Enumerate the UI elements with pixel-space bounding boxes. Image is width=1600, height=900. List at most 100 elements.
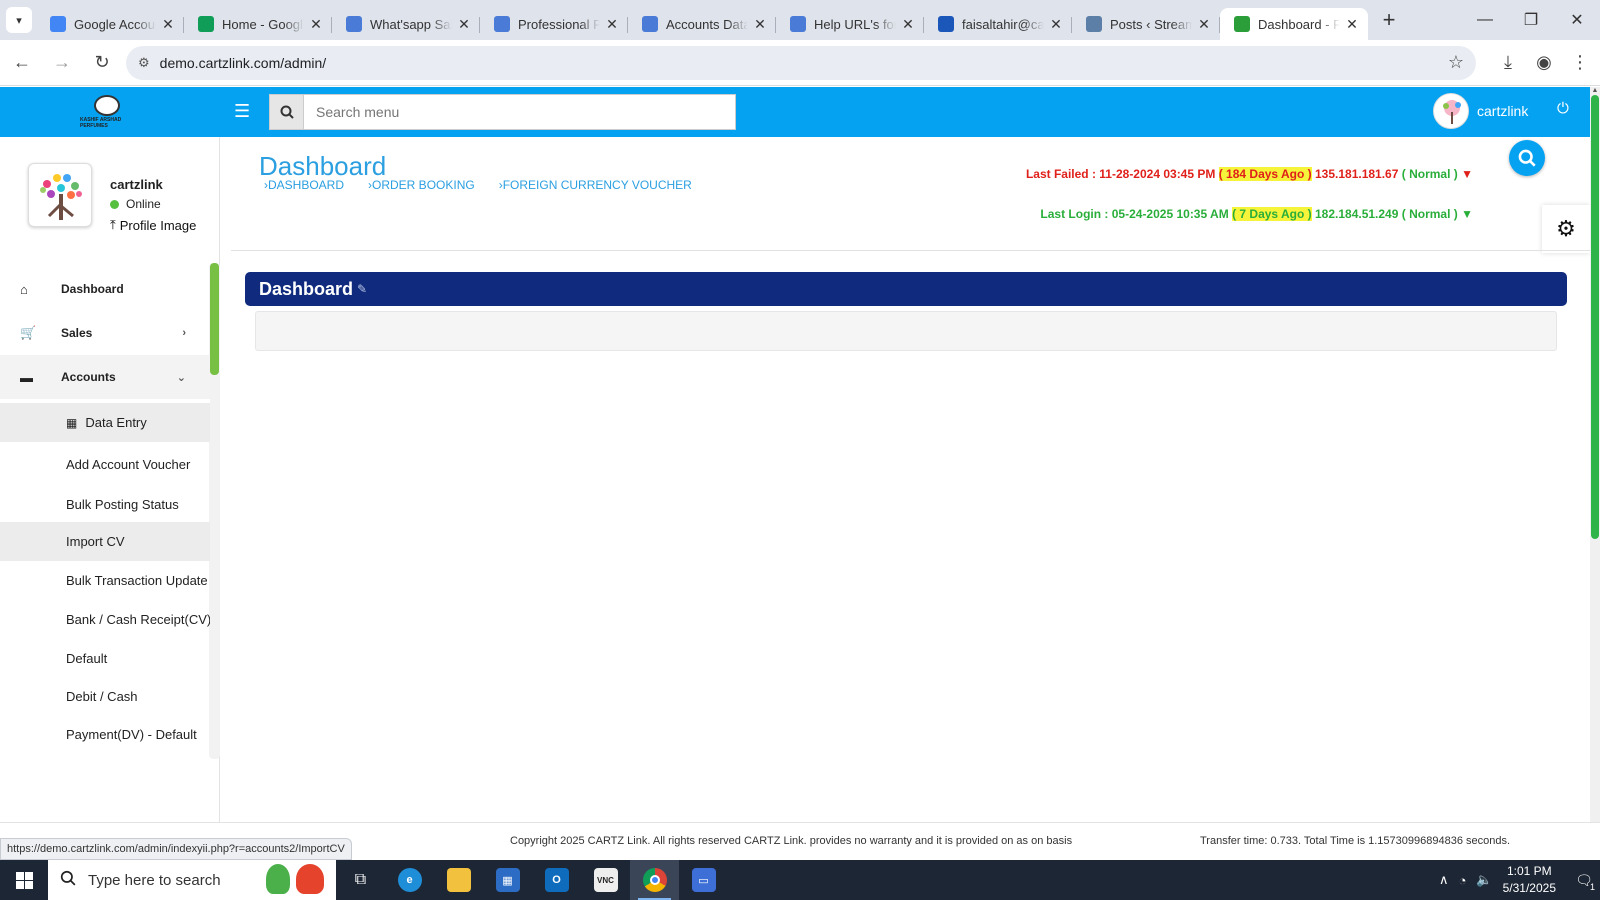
volume-icon[interactable]: 🔈 xyxy=(1476,872,1492,888)
sidebar: cartzlink Online ⤒ Profile Image ⌂ Dashb… xyxy=(0,137,220,822)
taskbar-search[interactable]: Type here to search xyxy=(48,860,336,900)
tab-title: Accounts Data xyxy=(666,16,748,32)
minimize-button[interactable]: — xyxy=(1462,0,1508,40)
browser-tab[interactable]: faisaltahir@cartzlink✕ xyxy=(924,8,1072,40)
outlook-icon[interactable]: O xyxy=(532,860,581,900)
reload-button[interactable]: ↻ xyxy=(84,45,120,81)
dashboard-panel-header: Dashboard ✎ xyxy=(245,272,1567,306)
browser-tab[interactable]: Accounts Data ✕ xyxy=(628,8,776,40)
submenu-add-account-voucher[interactable]: Add Account Voucher xyxy=(0,442,210,486)
chevron-down-icon: ⌄ xyxy=(176,371,186,384)
submenu-label: Payment(DV) - Default xyxy=(66,726,197,742)
last-failed-label: Last Failed : 11-28-2024 03:45 PM xyxy=(1025,167,1216,181)
mail-icon xyxy=(938,16,954,32)
triangle-down-icon: ▼ xyxy=(1461,207,1473,221)
start-button[interactable] xyxy=(0,860,48,900)
remote-desktop-icon[interactable]: ▭ xyxy=(679,860,728,900)
header-username: cartzlink xyxy=(1477,103,1529,119)
back-button[interactable]: ← xyxy=(4,45,40,81)
download-icon[interactable]: ⤓ xyxy=(1490,52,1526,73)
profile-icon[interactable]: ◉ xyxy=(1526,52,1562,73)
submenu-bulk-transaction-update[interactable]: Bulk Transaction Update xyxy=(0,561,210,600)
forward-button[interactable]: → xyxy=(44,45,80,81)
omnibox[interactable]: ⚙ demo.cartzlink.com/admin/ ☆ xyxy=(126,45,1476,80)
browser-menu-icon[interactable]: ⋮ xyxy=(1562,52,1598,73)
pin-icon[interactable]: ✎ xyxy=(357,282,367,296)
settings-gear-icon[interactable]: ⚙ xyxy=(1542,205,1590,253)
profile-image-label: Profile Image xyxy=(119,217,197,233)
profile-image-link[interactable]: ⤒ Profile Image xyxy=(110,217,196,233)
submenu-import-cv[interactable]: Import CV xyxy=(0,522,210,561)
browser-tab[interactable]: Professional Profile✕ xyxy=(480,8,628,40)
clock-time: 1:01 PM xyxy=(1506,864,1552,878)
search-icon[interactable] xyxy=(269,94,303,130)
page-scroll-thumb[interactable] xyxy=(1591,95,1599,539)
taskbar-apps: ⧉ e ▦ O VNC ▭ xyxy=(336,860,728,900)
close-tab-icon[interactable]: ✕ xyxy=(308,16,324,33)
floating-search-button[interactable] xyxy=(1509,140,1545,176)
scroll-up-arrow-icon[interactable]: ▲ xyxy=(1590,87,1600,94)
browser-tab[interactable]: Help URL's for ✕ xyxy=(776,8,924,40)
search-menu-input[interactable] xyxy=(303,94,736,130)
submenu-bank-cash-receipt[interactable]: Bank / Cash Receipt(CV) - xyxy=(0,600,210,639)
browser-tab[interactable]: What'sapp Sales✕ xyxy=(332,8,480,40)
chrome-icon[interactable] xyxy=(630,860,679,900)
close-tab-icon[interactable]: ✕ xyxy=(752,16,768,33)
browser-tab[interactable]: Google Account✕ xyxy=(36,8,184,40)
breadcrumb-label: ORDER BOOKING xyxy=(372,178,475,192)
notification-icon[interactable]: 🗨 1 xyxy=(1568,860,1600,900)
last-failed-ip: 135.181.181.67 xyxy=(1314,167,1399,181)
restore-button[interactable]: ❐ xyxy=(1508,0,1554,40)
sidebar-item-sales[interactable]: 🛒 Sales › xyxy=(0,311,210,355)
hamburger-menu-icon[interactable]: ☰ xyxy=(234,101,250,122)
docs-icon xyxy=(642,16,658,32)
store-icon[interactable]: ▦ xyxy=(483,860,532,900)
page-scrollbar[interactable]: ▲ xyxy=(1590,87,1600,822)
submenu-data-entry[interactable]: ▦ Data Entry xyxy=(0,403,210,442)
network-icon[interactable]: ◔ xyxy=(1459,873,1467,888)
sidebar-item-accounts[interactable]: ▬ Accounts ⌄ xyxy=(0,355,210,399)
submenu-debit-cash[interactable]: Debit / Cash xyxy=(0,677,210,716)
browser-tab[interactable]: Dashboard - Pos✕ xyxy=(1220,8,1368,40)
tab-title: What'sapp Sales xyxy=(370,16,452,32)
edge-icon[interactable]: e xyxy=(385,860,434,900)
close-tab-icon[interactable]: ✕ xyxy=(1344,16,1360,33)
profile-picture[interactable] xyxy=(28,163,92,227)
chevron-up-icon[interactable]: ∧ xyxy=(1439,872,1449,888)
breadcrumb-foreign-currency-voucher[interactable]: ›FOREIGN CURRENCY VOUCHER xyxy=(499,178,704,192)
user-menu[interactable]: cartzlink xyxy=(1433,93,1528,129)
clock[interactable]: 1:01 PM 5/31/2025 xyxy=(1503,863,1556,897)
file-explorer-icon[interactable] xyxy=(434,860,483,900)
submenu-label: Default xyxy=(66,650,108,666)
breadcrumb-dashboard[interactable]: ›DASHBOARD xyxy=(264,178,356,192)
close-tab-icon[interactable]: ✕ xyxy=(456,16,472,33)
browser-tab[interactable]: Posts ‹ Streamline✕ xyxy=(1072,8,1220,40)
submenu-payment-dv-default[interactable]: Payment(DV) - Default xyxy=(0,716,210,752)
windows-taskbar: Type here to search ⧉ e ▦ O VNC ▭ ∧ ◔ 🔈 … xyxy=(0,860,1600,900)
site-info-icon[interactable]: ⚙ xyxy=(138,55,150,71)
sidebar-scrollbar[interactable] xyxy=(210,263,219,375)
tab-title: Dashboard - Pos xyxy=(1258,16,1340,32)
last-login-label: Last Login : 05-24-2025 10:35 AM xyxy=(1040,207,1229,221)
power-icon[interactable]: ⏻ xyxy=(1557,100,1569,117)
tab-search-button[interactable]: ▾ xyxy=(6,7,32,33)
vnc-icon[interactable]: VNC xyxy=(581,860,630,900)
close-tab-icon[interactable]: ✕ xyxy=(900,16,916,33)
user-avatar xyxy=(1433,93,1469,129)
sidebar-item-dashboard[interactable]: ⌂ Dashboard xyxy=(0,267,210,311)
close-tab-icon[interactable]: ✕ xyxy=(160,16,176,33)
task-view-icon[interactable]: ⧉ xyxy=(336,860,385,900)
close-tab-icon[interactable]: ✕ xyxy=(1048,16,1064,33)
submenu-default[interactable]: Default xyxy=(0,639,210,677)
new-tab-button[interactable]: + xyxy=(1374,7,1404,33)
url-text[interactable]: demo.cartzlink.com/admin/ xyxy=(160,55,1448,71)
bookmark-star-icon[interactable]: ☆ xyxy=(1448,52,1464,73)
close-tab-icon[interactable]: ✕ xyxy=(1196,16,1212,33)
app-header: KASHIF ARSHAD PERFUMES ☰ cartzlink ⏻ xyxy=(0,87,1590,137)
breadcrumb-order-booking[interactable]: ›ORDER BOOKING xyxy=(368,178,487,192)
close-tab-icon[interactable]: ✕ xyxy=(604,16,620,33)
brand-logo[interactable]: KASHIF ARSHAD PERFUMES xyxy=(80,95,134,129)
close-window-button[interactable]: ✕ xyxy=(1554,0,1600,40)
browser-tab[interactable]: Home - Google Drive✕ xyxy=(184,8,332,40)
submenu-bulk-posting-status[interactable]: Bulk Posting Status xyxy=(0,486,210,522)
